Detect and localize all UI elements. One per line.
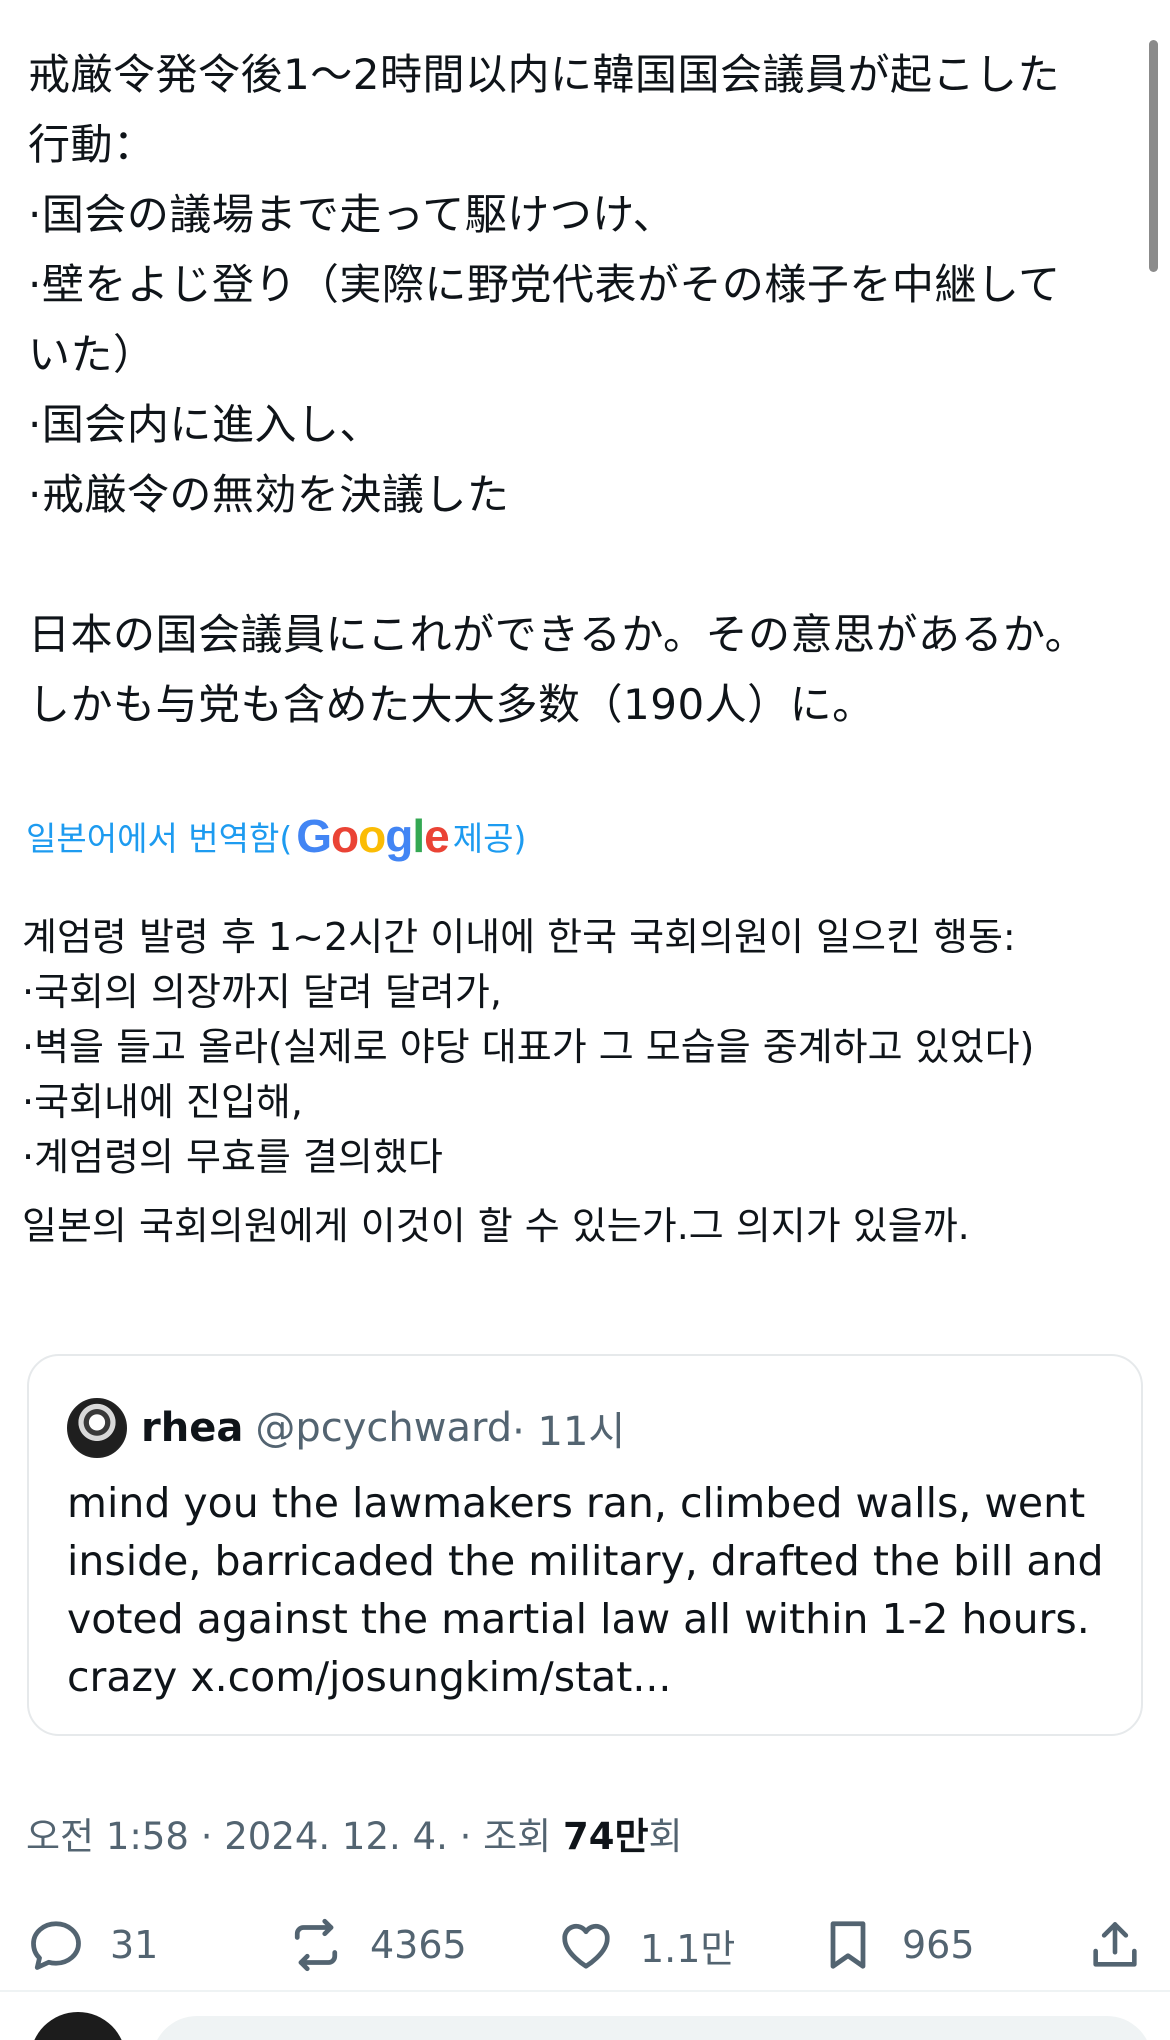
text-line: ·国会の議場まで走って駆けつけ、 xyxy=(28,190,676,239)
google-logo: G o o g l e xyxy=(296,809,450,863)
google-letter: G xyxy=(296,810,332,862)
text-line: いた） xyxy=(28,330,156,379)
text-line: ·벽을 들고 올라(실제로 야당 대표가 그 모습을 중계하고 있었다) xyxy=(22,1025,1035,1069)
views-label: · 조회 xyxy=(447,1815,563,1858)
text-line: 일본의 국회의원에게 이것이 할 수 있는가.그 의지가 있을까. xyxy=(22,1204,970,1248)
bookmark-button[interactable]: 965 xyxy=(818,1910,975,1980)
separator: · xyxy=(188,1815,225,1858)
reply-icon xyxy=(31,1921,81,1970)
translation-attribution[interactable]: 일본어에서 번역함( G o o g l e 제공) xyxy=(26,808,526,864)
avatar xyxy=(30,2012,126,2040)
scrollbar[interactable] xyxy=(1149,40,1158,272)
divider xyxy=(0,1990,1170,1992)
bookmark-count: 965 xyxy=(902,1923,975,1967)
text-line: ·국회의 의장까지 달려 달려가, xyxy=(22,970,502,1014)
post-translated-text: 계엄령 발령 후 1~2시간 이내에 한국 국회의원이 일으킨 행동: ·국회의… xyxy=(22,910,1142,1254)
share-icon xyxy=(1093,1922,1137,1967)
google-letter: o xyxy=(331,810,359,862)
quoted-post-header: rhea @pcychward · 11시 xyxy=(67,1394,625,1462)
text-line: 行動： xyxy=(28,120,156,169)
heart-icon xyxy=(562,1923,610,1969)
post-time[interactable]: 오전 1:58 xyxy=(26,1815,189,1858)
quoted-post-time: · 11시 xyxy=(512,1409,626,1455)
translate-label: 일본어에서 번역함( xyxy=(26,819,293,858)
reply-count: 31 xyxy=(110,1923,159,1967)
reply-button[interactable]: 31 xyxy=(26,1910,158,1980)
repost-button[interactable]: 4365 xyxy=(286,1910,467,1980)
text-line: ·国会内に進入し、 xyxy=(28,400,382,449)
views-count[interactable]: 74만 xyxy=(563,1815,649,1858)
text-line: 戒厳令発令後1～2時間以内に韓国国会議員が起こした xyxy=(28,50,1060,99)
repost-count: 4365 xyxy=(370,1923,467,1967)
google-letter: e xyxy=(424,810,450,862)
text-line: ·계엄령의 무효를 결의했다 xyxy=(22,1135,443,1179)
bookmark-icon xyxy=(830,1921,866,1969)
google-letter: l xyxy=(412,810,425,862)
google-letter: g xyxy=(385,810,413,862)
share-button[interactable] xyxy=(1086,1910,1144,1980)
quoted-post-card[interactable]: rhea @pcychward · 11시 mind you the lawma… xyxy=(27,1354,1143,1736)
text-line: 日本の国会議員にこれができるか。その意思があるか。 xyxy=(28,610,1088,659)
text-line: ·戒厳令の無効を決議した xyxy=(28,470,510,519)
translate-provider-suffix: 제공) xyxy=(452,819,527,858)
text-line: ·국회내에 진입해, xyxy=(22,1080,303,1124)
post-detail-view: 戒厳令発令後1～2時間以内に韓国国会議員が起こした 行動： ·国会の議場まで走っ… xyxy=(0,0,1170,2040)
views-suffix: 회 xyxy=(648,1815,683,1858)
quoted-author-name[interactable]: rhea xyxy=(141,1405,243,1451)
quoted-author-handle[interactable]: @pcychward xyxy=(255,1405,512,1451)
like-count: 1.1만 xyxy=(640,1926,736,1971)
post-metadata: 오전 1:58 · 2024. 12. 4. · 조회 74만회 xyxy=(26,1806,683,1860)
text-line: しかも与党も含めた大大多数（190人）に。 xyxy=(28,680,875,729)
text-line: ·壁をよじ登り（実際に野党代表がその様子を中継して xyxy=(28,260,1061,309)
repost-icon xyxy=(294,1918,338,1972)
post-date[interactable]: 2024. 12. 4. xyxy=(224,1815,448,1858)
like-button[interactable]: 1.1만 xyxy=(556,1910,735,1980)
reply-input[interactable] xyxy=(152,2016,1152,2040)
post-original-text: 戒厳令発令後1～2時間以内に韓国国会議員が起こした 行動： ·国会の議場まで走っ… xyxy=(28,40,1138,740)
action-bar: 31 4365 1.1만 965 xyxy=(0,1910,1170,1980)
google-letter: o xyxy=(358,810,386,862)
avatar[interactable] xyxy=(67,1398,127,1458)
text-line: 계엄령 발령 후 1~2시간 이내에 한국 국회의원이 일으킨 행동: xyxy=(22,915,1016,959)
quoted-post-text: mind you the lawmakers ran, climbed wall… xyxy=(67,1479,1104,1701)
